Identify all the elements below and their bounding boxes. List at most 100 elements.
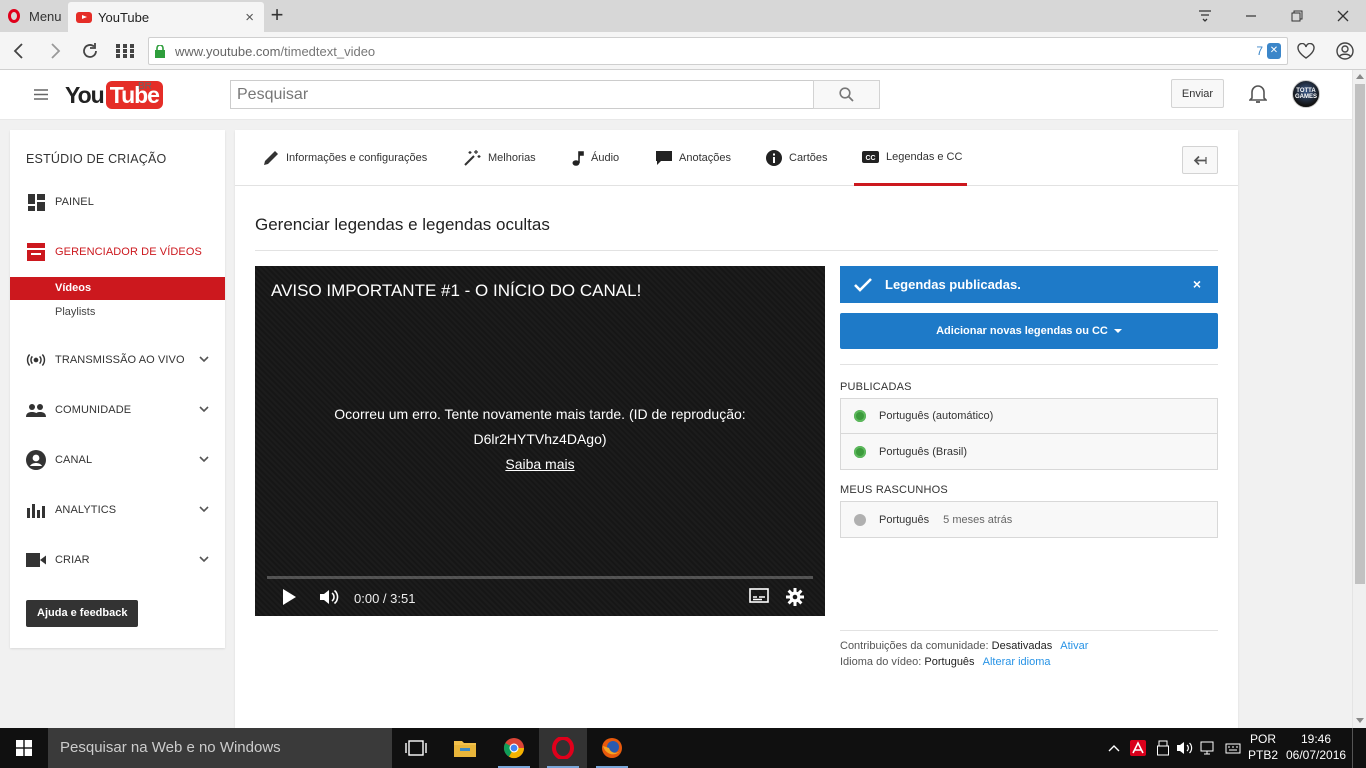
subtitles-toggle-icon[interactable]	[749, 588, 769, 603]
keyboard-ime-icon[interactable]	[1222, 728, 1244, 768]
community-value: Desativadas	[991, 640, 1053, 652]
new-tab-button[interactable]: +	[266, 4, 288, 26]
sidebar-item-label: CRIAR	[55, 554, 90, 566]
play-icon[interactable]	[281, 588, 297, 606]
address-bar[interactable]: www.youtube.com/timedtext_video 7 ✕	[148, 37, 1288, 65]
sidebar-item-painel[interactable]: PAINEL	[10, 187, 225, 217]
tab-info-settings[interactable]: Informações e configurações	[263, 130, 427, 186]
tab-cards[interactable]: Cartões	[766, 130, 828, 186]
logo-tube-text: Tube	[105, 81, 163, 109]
show-hidden-icons-chevron-icon[interactable]	[1104, 728, 1124, 768]
avatar[interactable]: TOTTA GAMES	[1292, 80, 1320, 108]
track-language: Português	[879, 513, 930, 526]
notifications-bell-icon[interactable]	[1249, 84, 1267, 104]
firefox-icon[interactable]	[588, 728, 636, 768]
show-desktop-button[interactable]	[1352, 728, 1366, 768]
cc-icon: CC	[862, 150, 879, 163]
opera-icon[interactable]	[539, 728, 587, 768]
account-icon[interactable]	[1332, 38, 1358, 64]
chevron-down-icon[interactable]	[199, 556, 209, 563]
scroll-down-icon[interactable]	[1356, 718, 1364, 723]
volume-icon[interactable]	[319, 588, 339, 606]
tab-close-icon[interactable]: ×	[245, 9, 254, 26]
network-icon[interactable]	[1198, 728, 1220, 768]
tab-label: Áudio	[591, 152, 620, 164]
add-subtitles-button[interactable]: Adicionar novas legendas ou CC	[840, 313, 1218, 349]
sidebar-subitem-videos[interactable]: Vídeos	[10, 277, 225, 300]
activate-link[interactable]: Ativar	[1060, 640, 1088, 652]
usb-device-icon[interactable]	[1152, 728, 1174, 768]
minimize-window-icon[interactable]	[1228, 0, 1274, 32]
tab-enhancements[interactable]: Melhorias	[464, 130, 536, 186]
back-arrow-icon[interactable]	[6, 38, 32, 64]
opera-menu-button[interactable]: Menu	[0, 0, 66, 32]
track-language: Português (Brasil)	[879, 445, 968, 458]
tab-menu-icon[interactable]	[1182, 0, 1228, 32]
draft-tracks-list: Português 5 meses atrás	[840, 501, 1218, 538]
sidebar-item-live[interactable]: TRANSMISSÃO AO VIVO	[10, 345, 225, 375]
progress-bar[interactable]	[267, 576, 813, 579]
reload-icon[interactable]	[77, 38, 103, 64]
chevron-down-icon[interactable]	[199, 456, 209, 463]
chevron-down-icon[interactable]	[199, 406, 209, 413]
windows-start-icon[interactable]	[0, 728, 48, 768]
dashboard-icon	[26, 193, 46, 211]
youtube-logo[interactable]: You Tube BR	[65, 80, 163, 110]
scrollbar-thumb[interactable]	[1355, 84, 1365, 584]
extension-count: 7	[1256, 44, 1263, 58]
avira-tray-icon[interactable]	[1127, 728, 1149, 768]
restore-window-icon[interactable]	[1274, 0, 1320, 32]
taskbar-search-input[interactable]: Pesquisar na Web e no Windows	[48, 728, 392, 768]
system-clock[interactable]: 19:46 06/07/2016	[1286, 731, 1346, 763]
browser-tab-youtube[interactable]: YouTube ×	[68, 2, 264, 32]
search-button[interactable]	[813, 80, 880, 109]
speed-dial-grid-icon[interactable]	[112, 38, 138, 64]
heart-bookmark-icon[interactable]	[1293, 38, 1319, 64]
video-player[interactable]: AVISO IMPORTANTE #1 - O INÍCIO DO CANAL!…	[255, 266, 825, 616]
channel-icon	[26, 450, 46, 470]
tab-subtitles-cc[interactable]: CC Legendas e CC	[854, 130, 967, 186]
tab-audio[interactable]: Áudio	[572, 130, 619, 186]
guide-menu-icon[interactable]	[34, 89, 48, 100]
published-notice: Legendas publicadas. ×	[840, 266, 1218, 303]
file-explorer-icon[interactable]	[441, 728, 489, 768]
sidebar-item-label: COMUNIDADE	[55, 404, 132, 416]
speaker-volume-icon[interactable]	[1174, 728, 1196, 768]
search-input[interactable]: Pesquisar	[230, 80, 814, 109]
chrome-icon[interactable]	[490, 728, 538, 768]
divider	[840, 630, 1218, 631]
sidebar-subitem-playlists[interactable]: Playlists	[10, 301, 225, 324]
published-tracks-list: Português (automático) Português (Brasil…	[840, 398, 1218, 470]
track-row[interactable]: Português 5 meses atrás	[841, 502, 1217, 537]
chevron-down-icon[interactable]	[199, 356, 209, 363]
settings-gear-icon[interactable]	[786, 588, 804, 606]
track-row[interactable]: Português (Brasil)	[841, 434, 1217, 469]
scroll-up-icon[interactable]	[1356, 74, 1364, 79]
chevron-down-icon[interactable]	[199, 506, 209, 513]
sidebar-item-channel[interactable]: CANAL	[10, 445, 225, 475]
tab-annotations[interactable]: Anotações	[656, 130, 731, 186]
return-arrow-icon	[1193, 155, 1207, 165]
adblock-shield-icon[interactable]: ✕	[1267, 43, 1281, 59]
back-to-videos-button[interactable]	[1182, 146, 1218, 174]
track-row[interactable]: Português (automático)	[841, 399, 1217, 434]
language-code: POR	[1249, 732, 1276, 746]
status-dot-icon	[854, 410, 866, 422]
help-feedback-button[interactable]: Ajuda e feedback	[26, 600, 139, 627]
sidebar-item-video-manager[interactable]: GERENCIADOR DE VÍDEOS	[10, 237, 225, 267]
video-title[interactable]: AVISO IMPORTANTE #1 - O INÍCIO DO CANAL!	[271, 281, 641, 301]
notice-close-icon[interactable]: ×	[1193, 276, 1201, 292]
page-scrollbar[interactable]	[1352, 70, 1366, 728]
input-language-indicator[interactable]: POR PTB2	[1246, 731, 1280, 763]
upload-button[interactable]: Enviar	[1171, 79, 1224, 108]
close-window-icon[interactable]	[1320, 0, 1366, 32]
sidebar-item-create[interactable]: CRIAR	[10, 545, 225, 575]
live-broadcast-icon	[26, 353, 46, 367]
task-view-icon[interactable]	[392, 728, 440, 768]
learn-more-link[interactable]: Saiba mais	[315, 452, 765, 477]
sidebar-item-community[interactable]: COMUNIDADE	[10, 395, 225, 425]
forward-arrow-icon[interactable]	[42, 38, 68, 64]
track-language: Português (automático)	[879, 410, 994, 422]
sidebar-item-analytics[interactable]: ANALYTICS	[10, 495, 225, 525]
change-language-link[interactable]: Alterar idioma	[983, 656, 1051, 668]
